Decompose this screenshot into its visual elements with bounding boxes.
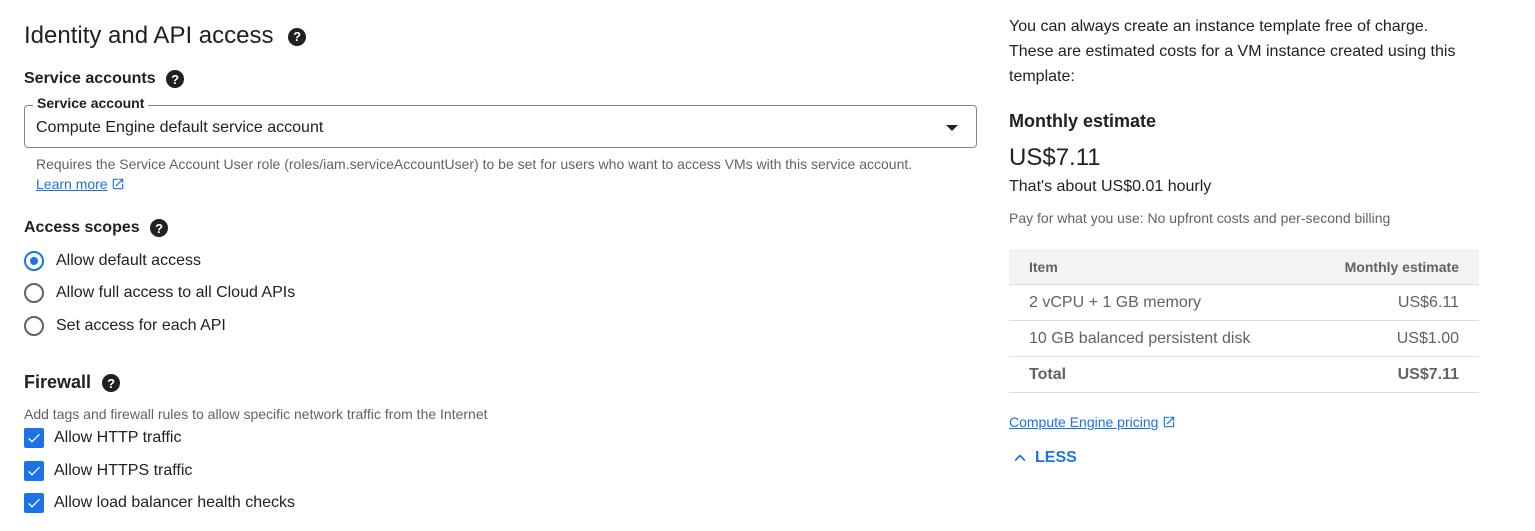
total-value: US$7.11 bbox=[1397, 365, 1459, 383]
scope-option-custom[interactable]: Set access for each API bbox=[24, 316, 226, 336]
help-icon[interactable]: ? bbox=[166, 70, 185, 88]
row-item: 10 GB balanced persistent disk bbox=[1029, 329, 1251, 347]
monthly-estimate-value: US$7.11 bbox=[1009, 144, 1101, 171]
hourly-estimate: That's about US$0.01 hourly bbox=[1009, 178, 1212, 195]
billing-note: Pay for what you use: No upfront costs a… bbox=[1009, 210, 1391, 226]
radio-unselected-icon[interactable] bbox=[24, 283, 44, 303]
total-label: Total bbox=[1029, 365, 1067, 383]
checkbox-label: Allow HTTP traffic bbox=[54, 429, 182, 446]
checkbox-checked-icon[interactable] bbox=[24, 461, 44, 481]
column-header-estimate: Monthly estimate bbox=[1344, 258, 1459, 275]
checkbox-checked-icon[interactable] bbox=[24, 493, 44, 513]
helper-text: Requires the Service Account User role (… bbox=[36, 156, 913, 172]
scope-label: Allow default access bbox=[56, 252, 201, 269]
identity-section-title: Identity and API access ? bbox=[24, 22, 307, 50]
service-accounts-heading: Service accounts ? bbox=[24, 70, 185, 88]
firewall-description: Add tags and firewall rules to allow spe… bbox=[24, 406, 488, 422]
service-accounts-label: Service accounts bbox=[24, 70, 156, 88]
monthly-estimate-label: Monthly estimate bbox=[1009, 111, 1157, 131]
identity-title-text: Identity and API access bbox=[24, 22, 274, 49]
firewall-option-https[interactable]: Allow HTTPS traffic bbox=[24, 461, 192, 481]
access-scopes-heading: Access scopes ? bbox=[24, 219, 169, 237]
column-header-item: Item bbox=[1029, 258, 1058, 275]
access-scopes-label: Access scopes bbox=[24, 219, 140, 237]
table-row: 2 vCPU + 1 GB memory US$6.11 bbox=[1009, 285, 1479, 321]
checkbox-label: Allow HTTPS traffic bbox=[54, 462, 193, 479]
firewall-title: Firewall bbox=[24, 372, 92, 392]
firewall-heading: Firewall ? bbox=[24, 372, 121, 393]
service-account-field-label: Service account bbox=[33, 95, 149, 111]
scope-label: Set access for each API bbox=[56, 317, 226, 334]
scope-option-full[interactable]: Allow full access to all Cloud APIs bbox=[24, 283, 295, 303]
external-link-icon bbox=[113, 178, 124, 190]
row-cost: US$1.00 bbox=[1396, 329, 1459, 347]
scope-label: Allow full access to all Cloud APIs bbox=[56, 284, 296, 301]
help-icon[interactable]: ? bbox=[102, 374, 121, 393]
scope-option-default[interactable]: Allow default access bbox=[24, 251, 201, 271]
help-icon[interactable]: ? bbox=[150, 219, 169, 237]
pricing-intro: You can always create an instance templa… bbox=[1009, 14, 1509, 89]
pricing-intro-line: You can always create an instance templa… bbox=[1009, 18, 1429, 35]
firewall-option-http[interactable]: Allow HTTP traffic bbox=[24, 428, 181, 448]
row-cost: US$6.11 bbox=[1397, 293, 1459, 311]
learn-more-link[interactable]: Learn more bbox=[36, 176, 108, 192]
external-link-icon bbox=[1164, 416, 1175, 428]
dropdown-arrow-icon[interactable] bbox=[946, 125, 958, 131]
table-header-row: Item Monthly estimate bbox=[1009, 249, 1479, 285]
chevron-up-icon bbox=[1014, 454, 1026, 462]
checkbox-checked-icon[interactable] bbox=[24, 428, 44, 448]
less-label: LESS bbox=[1035, 449, 1077, 466]
radio-unselected-icon[interactable] bbox=[24, 316, 44, 336]
pricing-intro-line: These are estimated costs for a VM insta… bbox=[1009, 43, 1456, 60]
row-item: 2 vCPU + 1 GB memory bbox=[1029, 293, 1202, 311]
radio-selected-icon[interactable] bbox=[24, 251, 44, 271]
less-button[interactable]: LESS bbox=[1009, 447, 1077, 469]
compute-engine-pricing-link[interactable]: Compute Engine pricing bbox=[1009, 414, 1158, 430]
service-account-select[interactable]: Service account Compute Engine default s… bbox=[24, 95, 977, 148]
table-total-row: Total US$7.11 bbox=[1009, 357, 1479, 393]
checkbox-label: Allow load balancer health checks bbox=[54, 494, 296, 511]
firewall-option-health-checks[interactable]: Allow load balancer health checks bbox=[24, 493, 295, 513]
help-icon[interactable]: ? bbox=[288, 27, 307, 46]
pricing-intro-line: template: bbox=[1009, 68, 1075, 85]
learn-more-text: Learn more bbox=[36, 176, 108, 192]
cost-table: Item Monthly estimate 2 vCPU + 1 GB memo… bbox=[1009, 249, 1479, 393]
compute-engine-pricing-row: Compute Engine pricing bbox=[1009, 414, 1176, 430]
service-account-value: Compute Engine default service account bbox=[36, 119, 324, 136]
service-account-helper: Requires the Service Account User role (… bbox=[36, 154, 936, 194]
table-row: 10 GB balanced persistent disk US$1.00 bbox=[1009, 321, 1479, 357]
pricing-link-text: Compute Engine pricing bbox=[1009, 414, 1159, 430]
